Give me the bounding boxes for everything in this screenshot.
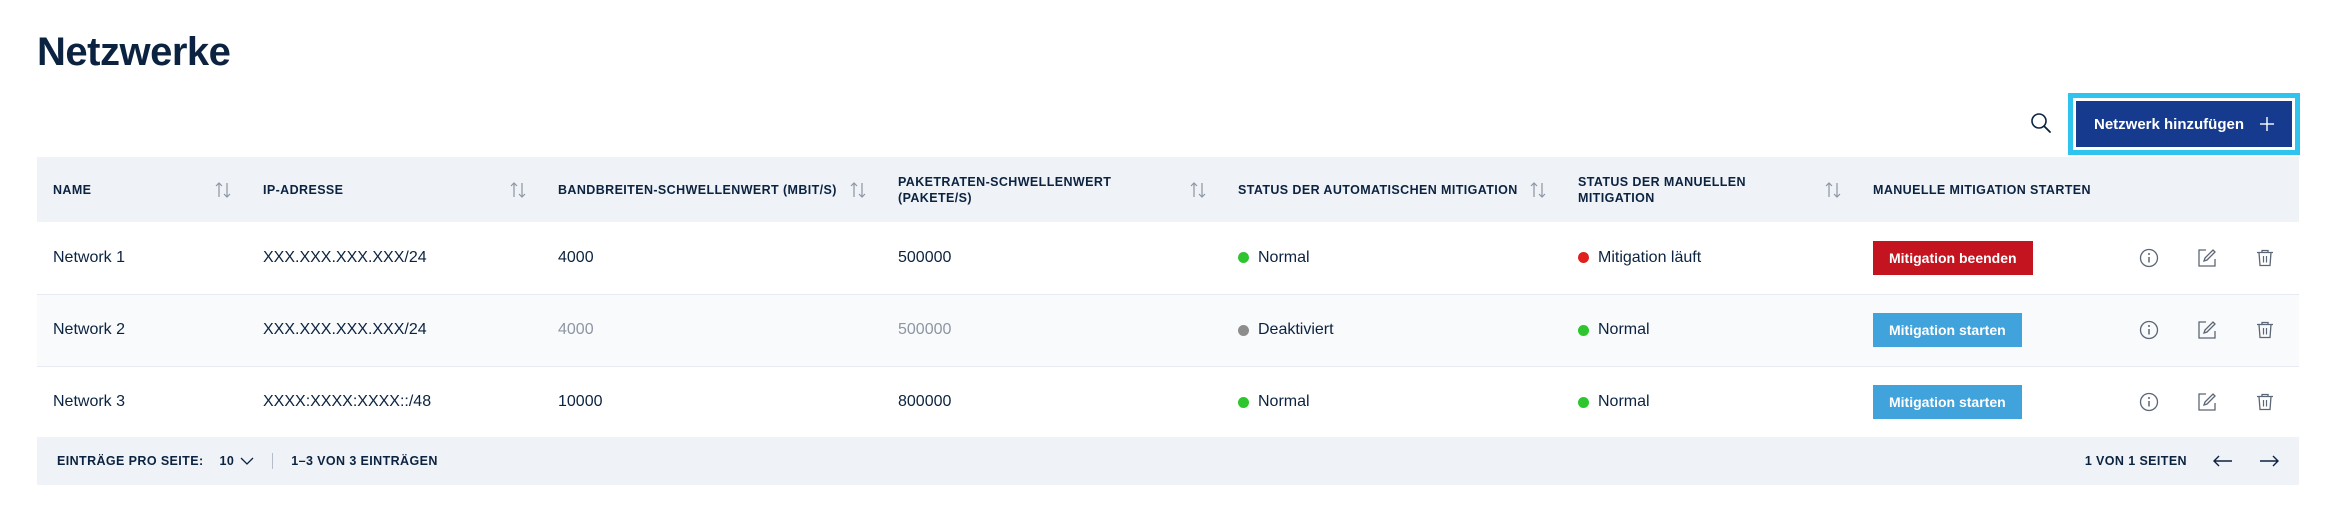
table-header: NAME IP-ADRESSE BANDBREITEN-SCHWELLENWER… [37, 157, 2299, 222]
sort-icon[interactable] [1825, 181, 1841, 199]
cell-action: Mitigation beenden [1857, 222, 2122, 294]
arrow-right-icon[interactable] [2259, 455, 2279, 467]
status-text: Normal [1258, 248, 1310, 266]
status-dot [1238, 396, 1249, 408]
per-page-select[interactable]: 10 [220, 454, 255, 468]
cell-packet-rate: 500000 [898, 248, 952, 266]
stop-mitigation-button[interactable]: Mitigation beenden [1873, 240, 2033, 275]
edit-button[interactable] [2197, 320, 2217, 340]
edit-icon [2198, 248, 2216, 267]
cell-packet-rate: 800000 [898, 393, 952, 410]
status-dot [1238, 324, 1249, 336]
delete-button[interactable] [2255, 392, 2275, 412]
range-text: 1–3 VON 3 EINTRÄGEN [291, 454, 438, 468]
add-network-focus-ring: Netzwerk hinzufügen [2068, 93, 2300, 155]
search-icon [2031, 113, 2051, 133]
column-header-manual-status: STATUS DER MANUELLEN MITIGATION [1562, 157, 1857, 222]
column-label: MANUELLE MITIGATION STARTEN [1873, 182, 2091, 197]
column-header-auto-status: STATUS DER AUTOMATISCHEN MITIGATION [1222, 157, 1562, 222]
chevron-down-icon [240, 457, 254, 465]
column-header-bandwidth: BANDBREITEN-SCHWELLENWERT (MBIT/S) [542, 157, 882, 222]
cell-name: Network 2 [53, 321, 126, 338]
info-icon [2139, 248, 2159, 267]
cell-manual-status: Normal [1562, 294, 1857, 366]
sort-icon[interactable] [510, 181, 526, 199]
trash-icon [2257, 249, 2273, 266]
status-dot [1238, 252, 1249, 264]
column-header-manual-start: MANUELLE MITIGATION STARTEN [1857, 157, 2299, 222]
networks-table: NAME IP-ADRESSE BANDBREITEN-SCHWELLENWER… [37, 157, 2299, 439]
table-row: Network 1 XXX.XXX.XXX.XXX/24 4000 500000… [37, 222, 2299, 294]
cell-name: Network 3 [53, 393, 126, 410]
cell-action: Mitigation starten [1857, 294, 2122, 366]
search-button[interactable] [2026, 108, 2056, 138]
cell-row-icons [2122, 222, 2299, 294]
cell-manual-status: Normal [1562, 366, 1857, 438]
cell-bandwidth: 4000 [558, 321, 594, 338]
per-page-label: EINTRÄGE PRO SEITE: [57, 454, 204, 468]
info-button[interactable] [2139, 320, 2159, 340]
column-label: IP-ADRESSE [263, 182, 344, 197]
column-label: STATUS DER AUTOMATISCHEN MITIGATION [1238, 182, 1518, 197]
cell-ip: XXXX:XXXX:XXXX::/48 [263, 393, 432, 410]
status-text: Normal [1258, 393, 1310, 410]
column-label: BANDBREITEN-SCHWELLENWERT (MBIT/S) [558, 182, 837, 197]
add-network-button[interactable]: Netzwerk hinzufügen [2076, 101, 2292, 147]
cell-name: Network 1 [53, 248, 126, 266]
cell-manual-status: Mitigation läuft [1562, 222, 1857, 294]
edit-button[interactable] [2197, 248, 2217, 268]
sort-icon[interactable] [1190, 181, 1206, 199]
column-label: PAKETRATEN-SCHWELLENWERT (PAKETE/S) [898, 174, 1112, 205]
status-text: Deaktiviert [1258, 321, 1334, 338]
cell-ip: XXX.XXX.XXX.XXX/24 [263, 321, 427, 338]
page-indicator: 1 VON 1 SEITEN [2084, 454, 2187, 468]
pagination-bar: EINTRÄGE PRO SEITE: 10 1–3 VON 3 EINTRÄG… [37, 437, 2299, 485]
start-mitigation-button[interactable]: Mitigation starten [1873, 313, 2022, 347]
cell-action: Mitigation starten [1857, 366, 2122, 438]
status-text: Mitigation läuft [1598, 248, 1702, 266]
info-button[interactable] [2139, 248, 2159, 268]
info-icon [2139, 320, 2159, 340]
column-label: NAME [53, 182, 92, 197]
info-icon [2139, 392, 2159, 412]
cell-row-icons [2122, 366, 2299, 438]
table-row: Network 3 XXXX:XXXX:XXXX::/48 10000 8000… [37, 366, 2299, 438]
cell-auto-status: Normal [1222, 222, 1562, 294]
cell-ip: XXX.XXX.XXX.XXX/24 [263, 248, 427, 266]
per-page-value: 10 [219, 454, 235, 468]
cell-packet-rate: 500000 [898, 321, 952, 338]
plus-icon [2260, 117, 2274, 131]
divider [272, 453, 274, 469]
page-title: Netzwerke [37, 30, 231, 74]
add-network-label: Netzwerk hinzufügen [2093, 115, 2244, 133]
status-text: Normal [1598, 393, 1650, 410]
column-header-packet-rate: PAKETRATEN-SCHWELLENWERT (PAKETE/S) [882, 157, 1222, 222]
column-header-name: NAME [37, 157, 247, 222]
cell-row-icons [2122, 294, 2299, 366]
cell-auto-status: Normal [1222, 366, 1562, 438]
sort-icon[interactable] [1530, 181, 1546, 199]
edit-icon [2198, 321, 2216, 339]
status-dot [1578, 324, 1589, 336]
sort-icon[interactable] [850, 181, 866, 199]
delete-button[interactable] [2255, 248, 2275, 268]
trash-icon [2257, 321, 2273, 339]
column-header-ip: IP-ADRESSE [247, 157, 542, 222]
delete-button[interactable] [2255, 320, 2275, 340]
status-dot [1578, 252, 1589, 264]
edit-icon [2198, 393, 2216, 411]
column-label: STATUS DER MANUELLEN MITIGATION [1578, 174, 1746, 205]
info-button[interactable] [2139, 392, 2159, 412]
table-row: Network 2 XXX.XXX.XXX.XXX/24 4000 500000… [37, 294, 2299, 366]
cell-auto-status: Deaktiviert [1222, 294, 1562, 366]
sort-icon[interactable] [215, 181, 231, 199]
cell-bandwidth: 10000 [558, 393, 603, 410]
trash-icon [2257, 393, 2273, 411]
arrow-left-icon[interactable] [2213, 455, 2233, 467]
edit-button[interactable] [2197, 392, 2217, 412]
start-mitigation-button[interactable]: Mitigation starten [1873, 385, 2022, 419]
status-dot [1578, 396, 1589, 408]
status-text: Normal [1598, 321, 1650, 338]
cell-bandwidth: 4000 [558, 248, 594, 266]
